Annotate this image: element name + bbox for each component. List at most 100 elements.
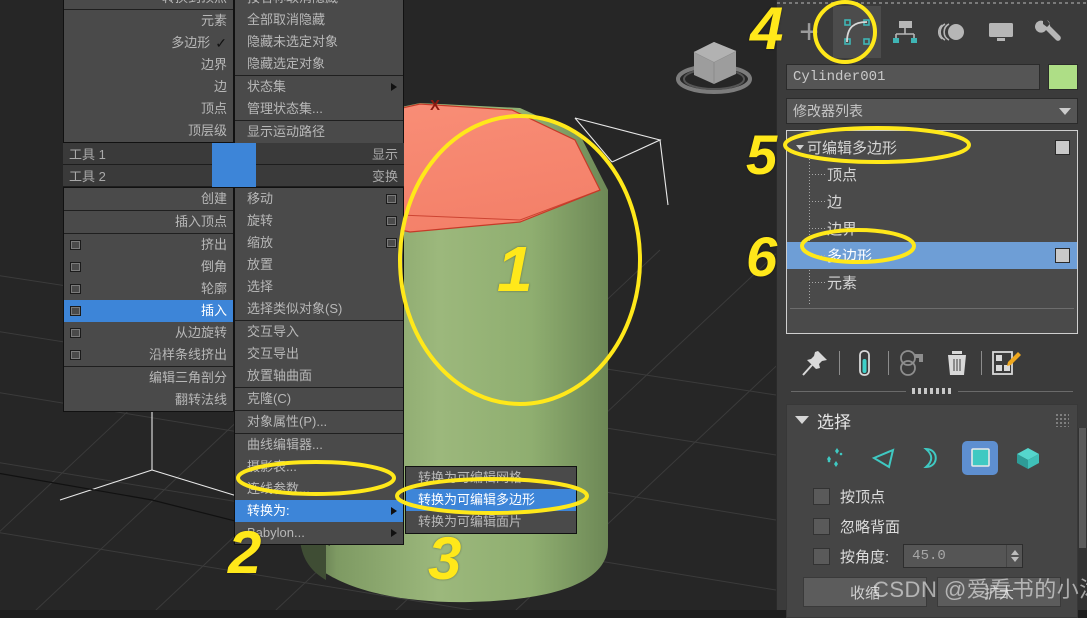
ignore-backfacing-row[interactable]: 忽略背面 <box>787 511 1077 541</box>
menu-item-interactive-import[interactable]: 交互导入 <box>235 321 403 343</box>
menu-item-hinge-from-edge[interactable]: 从边旋转 <box>64 322 233 344</box>
quad-title-transform[interactable]: 变换 <box>234 164 404 187</box>
settings-box-icon[interactable] <box>70 350 81 360</box>
border-icon[interactable] <box>914 441 950 475</box>
settings-box-icon[interactable] <box>70 240 81 250</box>
settings-box-icon[interactable] <box>70 284 81 294</box>
quad-title-handle[interactable] <box>234 142 256 165</box>
settings-box-icon[interactable] <box>70 262 81 272</box>
vertex-icon[interactable] <box>818 441 854 475</box>
quad-menu-tool2[interactable]: 创建 插入顶点 挤出 倒角 轮廓 插入 从边旋转 沿样条线挤出 编辑三角剖分 翻… <box>63 187 234 412</box>
selection-rollout-header[interactable]: 选择 <box>787 405 1077 435</box>
modify-tab[interactable] <box>833 6 881 58</box>
configure-modifier-sets-icon[interactable] <box>984 344 1028 382</box>
quad-title-display[interactable]: 显示 <box>234 142 404 165</box>
menu-item-unhide-all[interactable]: 全部取消隐藏 <box>235 9 403 31</box>
menu-item-edit-triangulation[interactable]: 编辑三角剖分 <box>64 367 233 389</box>
spinner-arrows[interactable] <box>1006 545 1022 567</box>
quad-title-handle[interactable] <box>212 142 234 165</box>
menu-item-show-motion-path[interactable]: 显示运动路径 <box>235 121 403 143</box>
menu-item-object-properties[interactable]: 对象属性(P)... <box>235 411 403 433</box>
modifier-stack[interactable]: 可编辑多边形 顶点 边 边界 多边形 元素 <box>786 130 1078 334</box>
menu-item-convert-to-vertex[interactable]: 转换到顶点 <box>64 0 233 9</box>
menu-item-clone[interactable]: 克隆(C) <box>235 388 403 410</box>
menu-item-select[interactable]: 选择 <box>235 276 403 298</box>
quad-menu-tool1-top[interactable]: 转换到顶点 元素 多边形 ✓ 边界 边 顶点 顶层级 <box>63 0 234 143</box>
edge-icon[interactable] <box>866 441 902 475</box>
menu-item-unhide-by-name[interactable]: 按名称取消隐藏 <box>235 0 403 9</box>
menu-item-element[interactable]: 元素 <box>64 10 233 32</box>
by-angle-checkbox[interactable] <box>813 547 830 565</box>
menu-item-edge[interactable]: 边 <box>64 76 233 98</box>
create-tab[interactable]: + <box>785 6 833 58</box>
stack-subitem-element[interactable]: 元素 <box>787 269 1077 296</box>
modifier-list-dropdown[interactable]: 修改器列表 <box>786 98 1078 124</box>
menu-item-insert-vertex[interactable]: 插入顶点 <box>64 211 233 233</box>
menu-item-dope-sheet[interactable]: 摄影表... <box>235 456 403 478</box>
angle-spinner[interactable]: 45.0 <box>903 544 1024 568</box>
hierarchy-tab[interactable] <box>881 6 929 58</box>
menu-item-select-similar[interactable]: 选择类似对象(S) <box>235 298 403 320</box>
stack-subitem-polygon[interactable]: 多边形 <box>787 242 1077 269</box>
menu-item-vertex[interactable]: 顶点 <box>64 98 233 120</box>
menu-item-manage-state-sets[interactable]: 管理状态集... <box>235 98 403 120</box>
object-color-swatch[interactable] <box>1048 64 1078 90</box>
menu-item-wire-parameters[interactable]: 连线参数... <box>235 478 403 500</box>
panel-resize-grip[interactable] <box>777 382 1087 394</box>
menu-item-outline[interactable]: 轮廓 <box>64 278 233 300</box>
menu-item-move[interactable]: 移动 <box>235 188 403 210</box>
quad-menu-display-top[interactable]: 按名称取消隐藏 全部取消隐藏 隐藏未选定对象 隐藏选定对象 状态集 管理状态集.… <box>234 0 404 144</box>
remove-modifier-icon[interactable] <box>935 344 979 382</box>
quad-menu-transform[interactable]: 移动 旋转 缩放 放置 选择 选择类似对象(S) 交互导入 交互导出 放置轴曲面 <box>234 187 404 545</box>
show-end-result-icon[interactable] <box>842 344 886 382</box>
menu-item-hide-selected[interactable]: 隐藏选定对象 <box>235 53 403 75</box>
settings-box-icon[interactable] <box>70 306 81 316</box>
menu-item-state-sets[interactable]: 状态集 <box>235 76 403 98</box>
menu-item-extrude[interactable]: 挤出 <box>64 234 233 256</box>
menu-item-hide-unselected[interactable]: 隐藏未选定对象 <box>235 31 403 53</box>
settings-box-icon[interactable] <box>386 216 397 226</box>
by-vertex-row[interactable]: 按顶点 <box>787 481 1077 511</box>
stack-item-editable-poly[interactable]: 可编辑多边形 <box>787 134 1077 161</box>
quad-title-handle[interactable] <box>234 164 256 187</box>
by-angle-row[interactable]: 按角度: 45.0 <box>787 541 1077 571</box>
menu-item-create[interactable]: 创建 <box>64 188 233 210</box>
pin-stack-icon[interactable] <box>793 344 837 382</box>
settings-box-icon[interactable] <box>386 194 397 204</box>
menu-item-border[interactable]: 边界 <box>64 54 233 76</box>
polygon-icon[interactable] <box>962 441 998 475</box>
menu-item-convert-editable-poly[interactable]: 转换为可编辑多边形 <box>406 489 576 511</box>
menu-item-inset[interactable]: 插入 <box>64 300 233 322</box>
quad-title-tool1[interactable]: 工具 1 <box>63 142 234 165</box>
menu-item-top-level[interactable]: 顶层级 <box>64 120 233 142</box>
menu-item-curve-editor[interactable]: 曲线编辑器... <box>235 434 403 456</box>
view-cube-widget[interactable] <box>666 24 762 104</box>
element-icon[interactable] <box>1010 441 1046 475</box>
stack-item-checkbox[interactable] <box>1055 140 1070 155</box>
menu-item-bevel[interactable]: 倒角 <box>64 256 233 278</box>
stack-subitem-border[interactable]: 边界 <box>787 215 1077 242</box>
settings-box-icon[interactable] <box>386 238 397 248</box>
menu-item-interactive-export[interactable]: 交互导出 <box>235 343 403 365</box>
menu-item-place-pivot-surface[interactable]: 放置轴曲面 <box>235 365 403 387</box>
make-unique-icon[interactable] <box>891 344 935 382</box>
utilities-tab[interactable] <box>1025 6 1073 58</box>
quad-title-tool2[interactable]: 工具 2 <box>63 164 234 187</box>
menu-item-extrude-along-spline[interactable]: 沿样条线挤出 <box>64 344 233 366</box>
stack-item-checkbox[interactable] <box>1055 248 1070 263</box>
settings-box-icon[interactable] <box>70 328 81 338</box>
expand-triangle-icon[interactable] <box>793 145 807 150</box>
menu-item-place[interactable]: 放置 <box>235 254 403 276</box>
menu-item-convert-editable-mesh[interactable]: 转换为可编辑网格 <box>406 467 576 489</box>
motion-tab[interactable] <box>929 6 977 58</box>
display-tab[interactable] <box>977 6 1025 58</box>
menu-item-flip-normals[interactable]: 翻转法线 <box>64 389 233 411</box>
quad-title-handle[interactable] <box>212 164 234 187</box>
ignore-backfacing-checkbox[interactable] <box>813 517 830 535</box>
object-name-field[interactable]: Cylinder001 <box>786 64 1040 90</box>
by-vertex-checkbox[interactable] <box>813 487 830 505</box>
stack-subitem-vertex[interactable]: 顶点 <box>787 161 1077 188</box>
menu-item-polygon[interactable]: 多边形 ✓ <box>64 32 233 54</box>
scrollbar-thumb[interactable] <box>1079 428 1086 548</box>
stack-subitem-edge[interactable]: 边 <box>787 188 1077 215</box>
